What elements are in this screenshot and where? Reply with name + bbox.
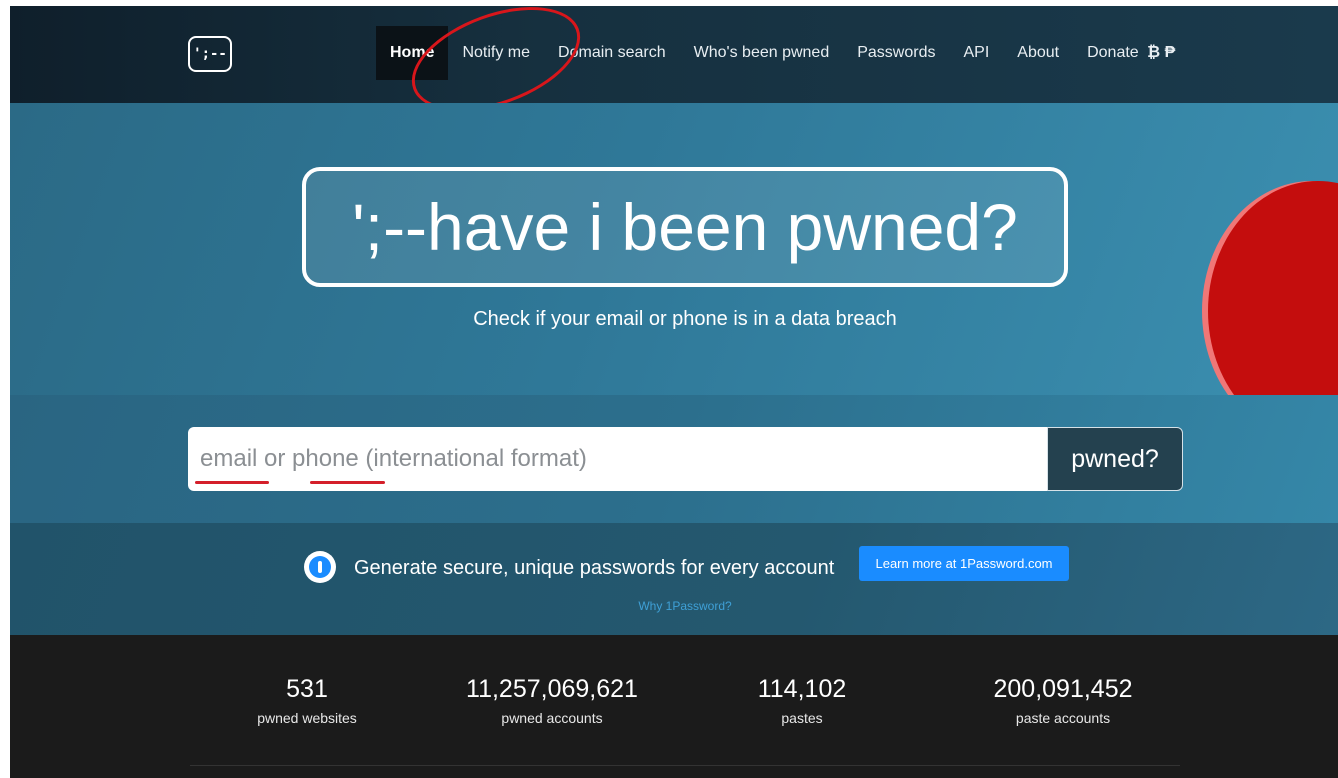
nav-menu: Home Notify me Domain search Who's been …	[376, 26, 1189, 80]
page-frame: ';-- Home Notify me Domain search Who's …	[10, 6, 1338, 778]
why-1password-link[interactable]: Why 1Password?	[10, 599, 1338, 613]
stat-pwned-websites: 531 pwned websites	[232, 675, 382, 726]
stats-section: 531 pwned websites 11,257,069,621 pwned …	[10, 635, 1338, 778]
nav-item-passwords[interactable]: Passwords	[843, 26, 949, 80]
learn-more-button[interactable]: Learn more at 1Password.com	[859, 546, 1069, 581]
stat-label: pastes	[781, 710, 823, 726]
nav-item-donate[interactable]: Donate ₿ ₱	[1073, 26, 1189, 80]
stat-value: 531	[286, 675, 328, 703]
stat-value: 11,257,069,621	[466, 675, 638, 703]
divider	[190, 765, 1180, 766]
stat-value: 114,102	[757, 675, 847, 703]
stat-label: paste accounts	[1015, 710, 1111, 726]
pwned-search-button[interactable]: pwned?	[1047, 427, 1183, 491]
search-section: pwned?	[10, 395, 1338, 523]
promo-text: Generate secure, unique passwords for ev…	[354, 557, 835, 579]
nav-item-donate-label: Donate	[1087, 44, 1139, 61]
site-title: ';--have i been pwned?	[302, 167, 1068, 287]
nav-item-home[interactable]: Home	[376, 26, 449, 80]
bitcoin-paypal-icon: ₿ ₱	[1147, 44, 1176, 61]
stat-label: pwned accounts	[501, 710, 603, 726]
stat-label: pwned websites	[257, 710, 357, 726]
promo-section: Generate secure, unique passwords for ev…	[10, 523, 1338, 635]
stat-pastes: 114,102 pastes	[722, 675, 882, 726]
annotation-underline-email	[195, 481, 269, 484]
nav-item-domain-search[interactable]: Domain search	[544, 26, 680, 80]
stat-pwned-accounts: 11,257,069,621 pwned accounts	[442, 675, 662, 726]
hero-section: ';--have i been pwned? Check if your ema…	[10, 103, 1338, 441]
annotation-underline-phone	[310, 481, 385, 484]
nav-item-about[interactable]: About	[1003, 26, 1073, 80]
nav-item-notify-me[interactable]: Notify me	[448, 26, 544, 80]
logo[interactable]: ';--	[188, 36, 232, 72]
tagline: Check if your email or phone is in a dat…	[473, 308, 897, 330]
nav-item-whos-been-pwned[interactable]: Who's been pwned	[680, 26, 844, 80]
navbar: ';-- Home Notify me Domain search Who's …	[10, 6, 1338, 132]
stat-paste-accounts: 200,091,452 paste accounts	[963, 675, 1163, 726]
nav-item-api[interactable]: API	[949, 26, 1003, 80]
1password-icon	[304, 551, 336, 583]
stat-value: 200,091,452	[993, 675, 1133, 703]
